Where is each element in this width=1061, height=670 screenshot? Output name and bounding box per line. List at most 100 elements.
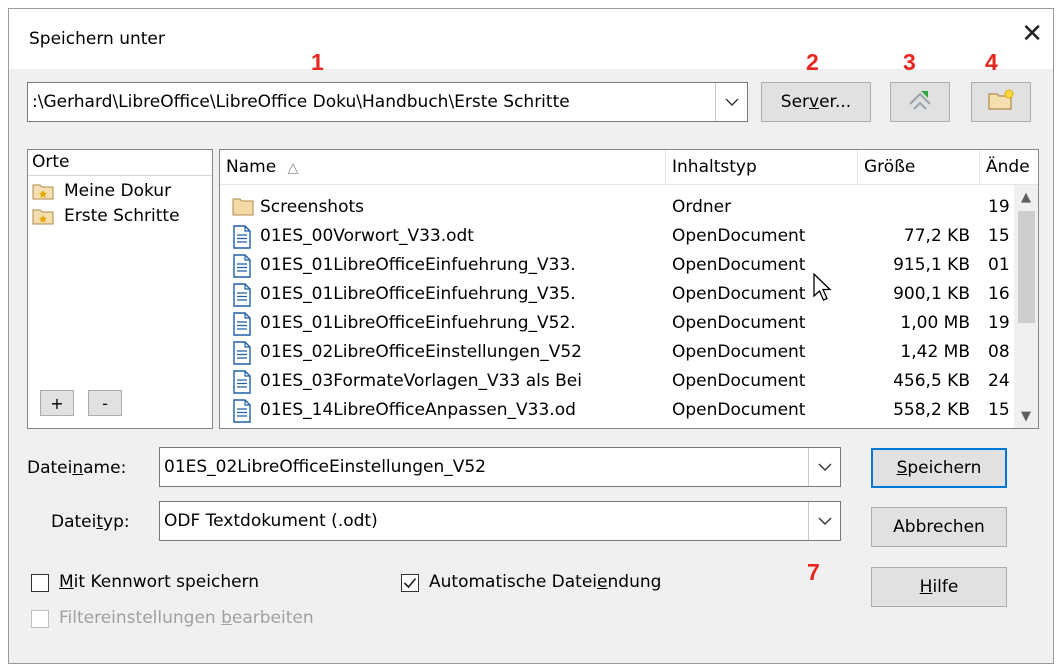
file-row[interactable]: 01ES_00Vorwort_V33.odt OpenDocument 77,2 K… xyxy=(220,223,1038,251)
column-label: Name xyxy=(226,157,277,177)
file-name-cell: 01ES_00Vorwort_V33.odt xyxy=(260,226,474,246)
file-size-cell: 456,5 KB xyxy=(893,371,970,391)
save-as-dialog: Speichern unter ✕ 1 2 3 4 5 6 7 :\Gerhar… xyxy=(8,8,1054,664)
place-item-my-documents[interactable]: Meine Dokur xyxy=(32,179,208,203)
bookmark-folder-icon xyxy=(32,182,54,200)
label-part: Filtereinstellungen xyxy=(59,608,222,628)
file-row[interactable]: 01ES_01LibreOfficeEinfuehrung_V35. OpenDo… xyxy=(220,281,1038,309)
path-combobox[interactable]: :\Gerhard\LibreOffice\LibreOffice Doku\H… xyxy=(27,82,748,122)
filetype-value: ODF Textdokument (.odt) xyxy=(164,511,378,531)
file-list: Name △ Inhaltstyp Größe Ände Screenshots… xyxy=(219,149,1039,429)
file-name-cell: 01ES_01LibreOfficeEinfuehrung_V35. xyxy=(260,284,576,304)
document-icon xyxy=(232,254,252,283)
file-size-cell: 77,2 KB xyxy=(903,226,970,246)
annotation-7: 7 xyxy=(807,559,820,585)
file-size-cell: 558,2 KB xyxy=(893,400,970,420)
document-icon xyxy=(232,399,252,428)
auto-extension-label[interactable]: Automatische Dateiendung xyxy=(429,572,661,592)
file-row[interactable]: Screenshots Ordner 19 xyxy=(220,194,1038,222)
cancel-button[interactable]: Abbrechen xyxy=(871,507,1007,547)
file-row[interactable]: 01ES_02LibreOfficeEinstellungen_V52 OpenD… xyxy=(220,339,1038,367)
label-accel: M xyxy=(59,572,74,592)
column-header-modified[interactable]: Ände xyxy=(980,150,1038,184)
file-name-cell: Screenshots xyxy=(260,197,365,217)
filename-combobox[interactable]: 01ES_02LibreOfficeEinstellungen_V52 xyxy=(159,447,841,487)
dialog-title: Speichern unter xyxy=(29,29,165,49)
file-type-cell: OpenDocument xyxy=(672,400,806,420)
label-part: Datei xyxy=(27,458,73,478)
chevron-down-icon[interactable] xyxy=(715,83,747,121)
filter-settings-checkbox xyxy=(31,610,49,628)
file-size-cell: 1,42 MB xyxy=(900,342,970,362)
file-name-cell: 01ES_14LibreOfficeAnpassen_V33.od xyxy=(260,400,576,420)
file-name-cell: 01ES_01LibreOfficeEinfuehrung_V33. xyxy=(260,255,576,275)
annotation-3: 3 xyxy=(903,49,916,75)
up-folder-icon xyxy=(906,88,934,117)
server-label-rest: er... xyxy=(819,92,852,112)
column-header-size[interactable]: Größe xyxy=(858,150,980,184)
checkmark-icon xyxy=(403,577,417,589)
label-part: Automatische Datei xyxy=(429,572,598,592)
place-item-erste-schritte[interactable]: Erste Schritte xyxy=(32,204,208,228)
server-label-accel: v xyxy=(809,92,820,112)
file-type-cell: OpenDocument xyxy=(672,313,806,333)
password-checkbox[interactable] xyxy=(31,574,49,592)
filename-value: 01ES_02LibreOfficeEinstellungen_V52 xyxy=(164,457,486,477)
close-icon[interactable]: ✕ xyxy=(1021,21,1043,47)
annotation-4: 4 xyxy=(985,49,998,75)
bookmark-folder-icon xyxy=(32,207,54,225)
place-label: Erste Schritte xyxy=(64,206,180,226)
label-accel: n xyxy=(72,458,84,478)
places-header: Orte xyxy=(28,150,212,176)
new-folder-button[interactable] xyxy=(971,82,1031,122)
server-label-part: Ser xyxy=(780,92,810,112)
file-row[interactable]: 01ES_03FormateVorlagen_V33 als Bei OpenDo… xyxy=(220,368,1038,396)
label-rest: ame: xyxy=(83,458,127,478)
label-accel: e xyxy=(597,572,608,592)
scroll-down-icon[interactable]: ▼ xyxy=(1014,406,1038,426)
file-type-cell: OpenDocument xyxy=(672,371,806,391)
vertical-scrollbar[interactable]: ▲ ▼ xyxy=(1014,185,1038,428)
file-name-cell: 01ES_01LibreOfficeEinfuehrung_V52. xyxy=(260,313,576,333)
label-rest: earbeiten xyxy=(231,608,314,628)
document-icon xyxy=(232,225,252,254)
file-row[interactable]: 01ES_01LibreOfficeEinfuehrung_V33. OpenDo… xyxy=(220,252,1038,280)
filetype-label: Dateityp: xyxy=(51,512,130,532)
annotation-1: 1 xyxy=(311,49,324,75)
file-size-cell: 1,00 MB xyxy=(900,313,970,333)
password-label[interactable]: Mit Kennwort speichern xyxy=(59,572,259,592)
file-type-cell: Ordner xyxy=(672,197,732,217)
save-label: peichern xyxy=(907,458,982,478)
file-row[interactable]: 01ES_14LibreOfficeAnpassen_V33.od OpenDoc… xyxy=(220,397,1038,425)
annotation-2: 2 xyxy=(806,49,819,75)
column-header-type[interactable]: Inhaltstyp xyxy=(666,150,858,184)
path-value: :\Gerhard\LibreOffice\LibreOffice Doku\H… xyxy=(32,92,570,112)
column-header-name[interactable]: Name △ xyxy=(220,150,666,184)
filename-label: Dateiname: xyxy=(27,458,126,478)
save-button[interactable]: Speichern xyxy=(871,448,1007,488)
document-icon xyxy=(232,370,252,399)
label-part: Datei xyxy=(51,512,97,532)
help-accel: H xyxy=(919,577,933,597)
chevron-down-icon[interactable] xyxy=(808,502,840,540)
add-place-button[interactable]: + xyxy=(40,390,74,416)
remove-place-button[interactable]: - xyxy=(88,390,122,416)
label-accel: b xyxy=(221,608,232,628)
scroll-up-icon[interactable]: ▲ xyxy=(1014,187,1038,207)
up-folder-button[interactable] xyxy=(890,82,950,122)
auto-extension-checkbox[interactable] xyxy=(401,574,419,592)
filetype-combobox[interactable]: ODF Textdokument (.odt) xyxy=(159,501,841,541)
server-button[interactable]: Ser v er... xyxy=(761,82,871,122)
chevron-down-icon[interactable] xyxy=(808,448,840,486)
file-name-cell: 01ES_03FormateVorlagen_V33 als Bei xyxy=(260,371,582,391)
filter-settings-label: Filtereinstellungen bearbeiten xyxy=(59,608,314,628)
new-folder-icon xyxy=(987,88,1015,117)
file-row[interactable]: 01ES_01LibreOfficeEinfuehrung_V52. OpenDo… xyxy=(220,310,1038,338)
document-icon xyxy=(232,312,252,341)
help-button[interactable]: Hilfe xyxy=(871,567,1007,607)
file-name-cell: 01ES_02LibreOfficeEinstellungen_V52 xyxy=(260,342,582,362)
file-type-cell: OpenDocument xyxy=(672,226,806,246)
label-rest: yp: xyxy=(103,512,130,532)
help-label: ilfe xyxy=(932,577,959,597)
scrollbar-thumb[interactable] xyxy=(1018,211,1035,323)
